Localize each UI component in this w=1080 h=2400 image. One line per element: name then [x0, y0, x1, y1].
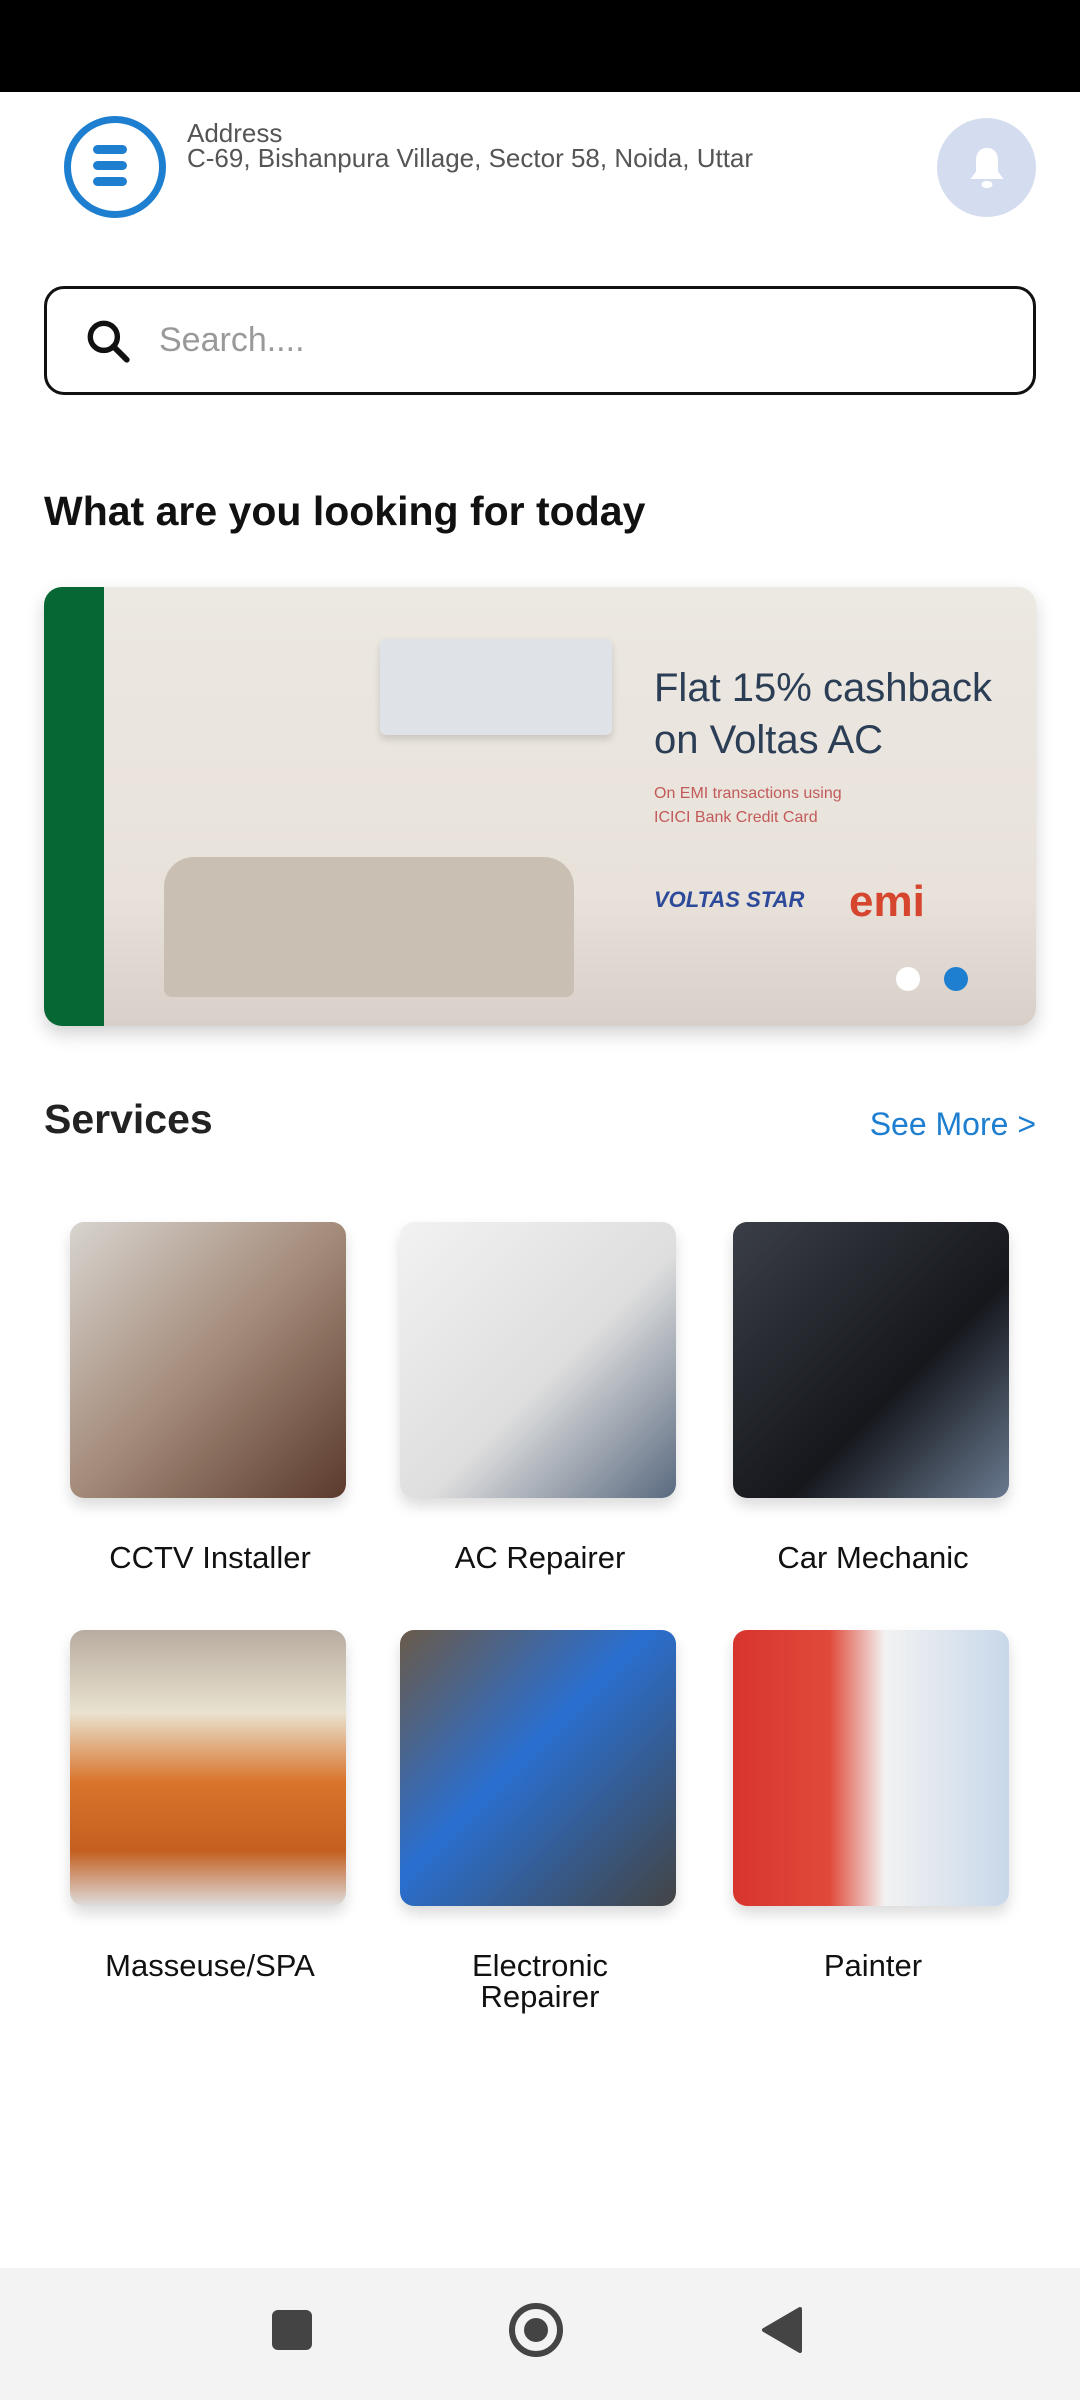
service-label: AC Repairer: [454, 1540, 626, 1575]
service-label: Car Mechanic: [777, 1540, 969, 1575]
banner-subtext: On EMI transactions using ICICI Bank Cre…: [654, 785, 842, 826]
menu-icon[interactable]: [64, 116, 166, 218]
services-title: Services: [44, 1096, 213, 1142]
search-input[interactable]: [159, 321, 959, 360]
banner-emi-logo: emi: [849, 877, 925, 926]
carousel-dot-1[interactable]: [896, 967, 920, 991]
back-button[interactable]: [758, 2305, 804, 2355]
service-image: [70, 1222, 346, 1498]
system-navigation-bar: [0, 2268, 1080, 2400]
notification-button[interactable]: [937, 118, 1036, 217]
service-image: [733, 1222, 1009, 1498]
service-label: Painter: [823, 1948, 923, 1983]
service-card-car-mechanic[interactable]: Car Mechanic: [731, 1222, 1015, 1573]
carousel-dot-2-active[interactable]: [944, 967, 968, 991]
promo-banner-carousel[interactable]: Flat 15% cashback on Voltas AC On EMI tr…: [44, 587, 1036, 1026]
service-label: Masseuse/SPA: [105, 1948, 315, 1983]
banner-brand-logo: VOLTAS STAR: [654, 887, 805, 912]
banner-headline: Flat 15% cashback on Voltas AC: [654, 666, 992, 762]
status-bar: [0, 0, 1080, 92]
service-label: CCTV Installer: [109, 1540, 311, 1575]
service-image: [400, 1222, 676, 1498]
service-card-electronic-repairer[interactable]: Electronic Repairer: [398, 1630, 682, 2012]
service-image: [733, 1630, 1009, 1906]
banner-side-strip: [44, 587, 104, 1026]
service-card-spa[interactable]: Masseuse/SPA: [68, 1630, 352, 1981]
bell-icon: [970, 147, 1003, 188]
recents-button[interactable]: [272, 2310, 312, 2350]
address-value[interactable]: C-69, Bishanpura Village, Sector 58, Noi…: [187, 143, 753, 174]
service-image: [400, 1630, 676, 1906]
banner-sofa-image: [164, 857, 574, 997]
service-card-ac-repairer[interactable]: AC Repairer: [398, 1222, 682, 1573]
page-heading: What are you looking for today: [44, 488, 646, 534]
search-icon: [87, 320, 130, 363]
service-card-cctv[interactable]: CCTV Installer: [68, 1222, 352, 1573]
search-bar[interactable]: [44, 286, 1036, 395]
home-button[interactable]: [509, 2303, 563, 2357]
banner-ac-image: [380, 639, 612, 735]
see-more-link[interactable]: See More >: [850, 1106, 1036, 1143]
service-label: Electronic Repairer: [471, 1948, 609, 2014]
service-card-painter[interactable]: Painter: [731, 1630, 1015, 1981]
service-image: [70, 1630, 346, 1906]
